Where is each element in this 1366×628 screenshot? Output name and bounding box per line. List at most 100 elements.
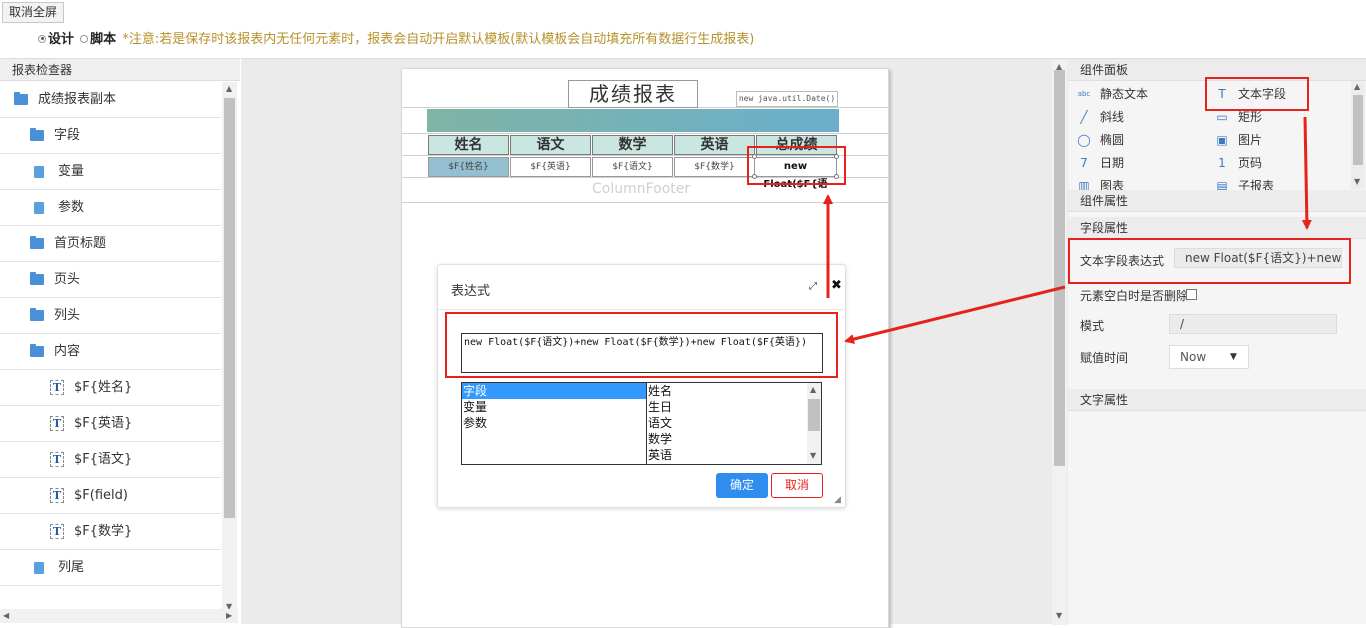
resize-grip-icon[interactable]: ◢: [834, 495, 841, 505]
assign-time-label: 赋值时间: [1080, 351, 1129, 365]
tree-item[interactable]: 内容: [0, 334, 221, 370]
cell-english[interactable]: $F{英语}: [510, 157, 591, 177]
scroll-up-icon[interactable]: ▲: [810, 385, 816, 394]
tree-item[interactable]: T $F{姓名}: [0, 370, 221, 406]
tree-item[interactable]: T $F{英语}: [0, 406, 221, 442]
tree-item-label: 内容: [54, 344, 81, 359]
component-scrollbar[interactable]: ▲ ▼: [1351, 81, 1365, 189]
tree-item-label: $F{语文}: [74, 452, 133, 467]
script-label[interactable]: 脚本: [90, 32, 116, 47]
canvas-scroll-thumb[interactable]: [1054, 70, 1065, 466]
page-header-band[interactable]: [427, 109, 839, 132]
static-text-icon: abc: [1077, 89, 1091, 98]
category-item[interactable]: 变量: [462, 399, 647, 415]
component-label: 矩形: [1238, 110, 1263, 124]
cancel-button[interactable]: 取消: [771, 473, 823, 498]
exit-fullscreen-button[interactable]: 取消全屏: [2, 2, 64, 23]
component-label: 页码: [1238, 156, 1263, 170]
inspector-scroll-thumb[interactable]: [224, 98, 235, 518]
folder-open-icon: [14, 92, 28, 105]
field-item[interactable]: 姓名: [647, 383, 821, 399]
design-radio[interactable]: [38, 34, 46, 43]
component-item[interactable]: ◯ 椭圆: [1076, 131, 1124, 149]
assign-time-select[interactable]: Now ▼: [1169, 345, 1249, 369]
tree-item-label: 首页标题: [54, 236, 107, 251]
close-icon[interactable]: ✖: [831, 278, 842, 293]
category-item[interactable]: 参数: [462, 415, 647, 431]
component-item[interactable]: ╱ 斜线: [1076, 108, 1124, 126]
cell-chinese[interactable]: $F{语文}: [592, 157, 673, 177]
scroll-right-icon[interactable]: ▶: [226, 611, 232, 620]
text-props-title[interactable]: 文字属性: [1068, 389, 1366, 411]
scroll-down-icon[interactable]: ▼: [1056, 611, 1062, 620]
field-list-scroll-thumb[interactable]: [808, 399, 820, 431]
component-item[interactable]: 1 页码: [1214, 154, 1262, 172]
scroll-down-icon[interactable]: ▼: [1354, 177, 1360, 186]
scroll-up-icon[interactable]: ▲: [226, 84, 232, 93]
category-item[interactable]: 字段: [462, 383, 647, 399]
component-label: 椭圆: [1100, 133, 1125, 147]
tree-item-label: 成绩报表副本: [38, 92, 117, 107]
text-field-icon: T: [50, 452, 64, 467]
scroll-left-icon[interactable]: ◀: [3, 611, 9, 620]
scroll-down-icon[interactable]: ▼: [810, 451, 816, 460]
tree-item[interactable]: 参数: [0, 190, 221, 226]
image-icon: ▣: [1216, 132, 1228, 147]
field-props-title[interactable]: 字段属性: [1068, 217, 1366, 239]
field-item[interactable]: 生日: [647, 399, 821, 415]
tree-item-label: $F{数学}: [74, 524, 133, 539]
blank-delete-label: 元素空白时是否删除: [1080, 289, 1189, 303]
tree-item[interactable]: 页头: [0, 262, 221, 298]
band-divider: [402, 133, 888, 134]
field-item[interactable]: 数学: [647, 431, 821, 447]
tree-item[interactable]: 字段: [0, 118, 221, 154]
field-list[interactable]: 姓名 生日 语文 数学 英语 ▲ ▼: [646, 382, 822, 465]
component-label: 日期: [1100, 156, 1125, 170]
assign-time-value: Now: [1180, 350, 1207, 364]
component-item[interactable]: 7 日期: [1076, 154, 1124, 172]
tree-item[interactable]: 变量: [0, 154, 221, 190]
field-list-scrollbar[interactable]: ▲ ▼: [807, 383, 821, 464]
tree-item-label: $F{英语}: [74, 416, 133, 431]
component-item[interactable]: ▣ 图片: [1214, 131, 1262, 149]
header-math[interactable]: 数学: [592, 135, 673, 155]
tree-item[interactable]: 列头: [0, 298, 221, 334]
field-item[interactable]: 语文: [647, 415, 821, 431]
mode-row: 设计 脚本 *注意:若是保存时该报表内无任何元素时，报表会自动开启默认模板(默认…: [38, 32, 754, 48]
tree-item[interactable]: 成绩报表副本: [0, 82, 221, 118]
header-name[interactable]: 姓名: [428, 135, 509, 155]
tree-item[interactable]: 首页标题: [0, 226, 221, 262]
category-list[interactable]: 字段 变量 参数: [461, 382, 647, 465]
blank-delete-checkbox[interactable]: [1186, 289, 1197, 300]
cell-name[interactable]: $F{姓名}: [428, 157, 509, 177]
tree-item[interactable]: T $F(field): [0, 478, 221, 514]
folder-icon: [30, 272, 44, 285]
component-label: 斜线: [1100, 110, 1125, 124]
band-divider: [402, 202, 888, 203]
scroll-up-icon[interactable]: ▲: [1354, 82, 1360, 91]
tree-item[interactable]: T $F{语文}: [0, 442, 221, 478]
mode-field[interactable]: /: [1169, 314, 1337, 334]
column-footer-label: ColumnFooter: [592, 181, 691, 197]
component-scroll-thumb[interactable]: [1353, 95, 1363, 165]
header-chinese[interactable]: 语文: [510, 135, 591, 155]
script-radio[interactable]: [80, 34, 89, 43]
confirm-button[interactable]: 确定: [716, 473, 768, 498]
component-item[interactable]: abc 静态文本: [1076, 85, 1148, 103]
chevron-down-icon[interactable]: ▼: [1230, 346, 1237, 368]
inspector-horizontal-scrollbar[interactable]: ◀ ▶: [0, 609, 238, 623]
tree-item[interactable]: T $F{数学}: [0, 514, 221, 550]
header-english[interactable]: 英语: [674, 135, 755, 155]
canvas-vertical-scrollbar[interactable]: ▲ ▼: [1052, 60, 1067, 625]
report-title[interactable]: 成绩报表: [568, 80, 698, 108]
cell-math[interactable]: $F{数学}: [674, 157, 755, 177]
tree-item[interactable]: 列尾: [0, 550, 221, 586]
diagonal-line-icon: ╱: [1080, 109, 1088, 124]
field-item[interactable]: 英语: [647, 447, 821, 463]
inspector-vertical-scrollbar[interactable]: ▲ ▼: [222, 82, 237, 612]
design-label[interactable]: 设计: [48, 32, 74, 47]
date-expression-field[interactable]: new java.util.Date(): [736, 91, 838, 107]
tree-item-label: 变量: [58, 164, 85, 179]
component-props-title[interactable]: 组件属性: [1068, 190, 1366, 212]
maximize-icon[interactable]: ⤢: [809, 281, 817, 292]
